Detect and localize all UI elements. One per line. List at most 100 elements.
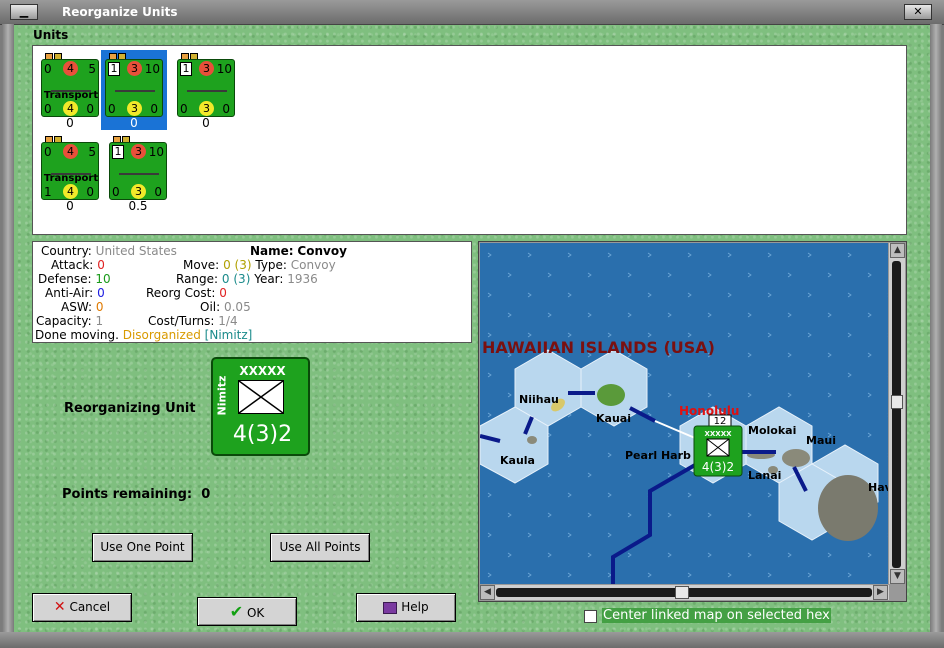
unit-counter[interactable]: 1 3 10 0 3 0 — [109, 142, 167, 200]
unit-counter[interactable]: 0 4 5 Transport 1 4 0 — [41, 142, 99, 200]
map-graphic: HAWAIIAN ISLANDS (USA) Niihau Kauai Kaul… — [480, 243, 888, 584]
use-one-point-button[interactable]: Use One Point — [92, 533, 193, 562]
move-paren: (3) — [234, 258, 252, 272]
left-frame — [2, 24, 14, 636]
map-label-hawaii: Hav — [868, 481, 888, 494]
type-value: Convoy — [290, 258, 336, 272]
map-horizontal-scrollbar[interactable]: ◀ ▶ — [480, 585, 889, 600]
counter-bottom-left: 1 — [44, 185, 52, 199]
help-label: Help — [401, 600, 429, 614]
counter-name: Transport — [43, 173, 99, 184]
scroll-up-icon[interactable]: ▲ — [890, 243, 905, 258]
unit-counter-slot[interactable]: 1 3 10 0 3 0 0 — [101, 50, 167, 130]
status-org: Disorganized — [122, 328, 201, 342]
reorg-value: 0 — [219, 286, 227, 300]
points-remaining-value: 0 — [201, 487, 211, 502]
cancel-label: Cancel — [69, 600, 111, 614]
counter-move: 10 — [216, 62, 232, 76]
unit-counter[interactable]: 1 3 10 0 3 0 — [177, 59, 235, 117]
book-icon — [383, 601, 398, 614]
name-label: Name: — [250, 244, 294, 258]
counter-attack: 3 — [131, 144, 146, 159]
ship-icon — [115, 83, 155, 92]
map-vertical-scrollbar[interactable]: ▲ ▼ — [889, 243, 905, 584]
close-button[interactable]: ✕ — [904, 4, 932, 20]
right-frame — [930, 24, 942, 636]
bottom-frame — [0, 632, 944, 648]
capacity-label: Capacity: — [36, 314, 92, 328]
center-linked-map-checkbox[interactable] — [584, 610, 597, 623]
name-value: Convoy — [297, 244, 347, 258]
counter-defense: 4 — [63, 184, 78, 199]
unit-info-panel: Country: United States Attack: 0 Defense… — [32, 241, 472, 343]
country-label: Country: — [41, 244, 92, 258]
cancel-button[interactable]: ✕ Cancel — [32, 593, 132, 622]
map-label-lanai: Lanai — [748, 469, 781, 482]
ship-icon — [119, 166, 159, 175]
system-menu-button[interactable]: ▁ — [10, 4, 38, 20]
reorg-label: Reorg Cost: — [146, 286, 216, 300]
counter-attack: 3 — [199, 61, 214, 76]
scroll-right-icon[interactable]: ▶ — [873, 585, 888, 600]
counter-stats: 4(3)2 — [232, 422, 293, 447]
counter-value: 0.5 — [128, 199, 148, 213]
counter-move: 10 — [144, 62, 160, 76]
counter-value: 0 — [66, 116, 74, 130]
vertical-scroll-thumb[interactable] — [891, 395, 903, 409]
counter-value: 0 — [202, 116, 210, 130]
map-unit-stats: 4(3)2 — [702, 460, 734, 474]
scroll-down-icon[interactable]: ▼ — [890, 569, 905, 584]
unit-counter[interactable]: 0 4 5 Transport 0 4 0 — [41, 59, 99, 117]
country-value: United States — [95, 244, 177, 258]
counter-bottom-left: 0 — [180, 102, 188, 116]
unit-status-icons — [181, 50, 201, 61]
cost-value: 1/4 — [218, 314, 238, 328]
defense-label: Defense: — [38, 272, 92, 286]
map-label-kaula: Kaula — [500, 454, 535, 467]
ok-label: OK — [246, 606, 265, 620]
unit-counter-slot[interactable]: 1 3 10 0 3 0 0.5 — [105, 133, 171, 213]
linked-map[interactable]: HAWAIIAN ISLANDS (USA) Niihau Kauai Kaul… — [480, 243, 888, 584]
map-label-maui: Maui — [806, 434, 836, 447]
vertical-scroll-track[interactable] — [892, 261, 901, 568]
counter-top-left: 0 — [44, 62, 52, 76]
oil-value: 0.05 — [223, 300, 251, 314]
counter-bottom-right: 0 — [86, 185, 94, 199]
counter-attack: 4 — [63, 144, 78, 159]
antiair-label: Anti-Air: — [45, 286, 94, 300]
horizontal-scroll-thumb[interactable] — [675, 586, 689, 599]
unit-counter-slot[interactable]: 0 4 5 Transport 0 4 0 0 — [37, 50, 103, 130]
scroll-left-icon[interactable]: ◀ — [480, 585, 495, 600]
cancel-icon: ✕ — [53, 599, 66, 615]
units-panel: 0 4 5 Transport 0 4 0 0 1 3 10 0 3 0 0 1 3 10 0 3 0 0 0 4 5 Trans… — [32, 45, 907, 235]
capacity-value: 1 — [95, 314, 104, 328]
counter-defense: 4 — [63, 101, 78, 116]
reorganizing-unit-counter: XXXXX Nimitz 4(3)2 — [211, 357, 310, 456]
infantry-symbol-icon — [238, 380, 284, 414]
help-button[interactable]: Help — [356, 593, 456, 622]
counter-bottom-right: 0 — [154, 185, 162, 199]
ok-button[interactable]: ✔ OK — [197, 597, 297, 626]
map-label-niihau: Niihau — [519, 393, 559, 406]
counter-bottom-left: 0 — [44, 102, 52, 116]
counter-defense: 3 — [131, 184, 146, 199]
unit-counter-slot[interactable]: 1 3 10 0 3 0 0 — [173, 50, 239, 130]
unit-counter[interactable]: 1 3 10 0 3 0 — [105, 59, 163, 117]
map-label-pearl-harbor: Pearl Harb — [625, 449, 691, 462]
cost-label: Cost/Turns: — [148, 314, 215, 328]
year-label: Year: — [254, 272, 284, 286]
counter-bottom-right: 0 — [222, 102, 230, 116]
counter-bottom-right: 0 — [150, 102, 158, 116]
units-label: Units — [33, 28, 69, 42]
use-all-points-button[interactable]: Use All Points — [270, 533, 370, 562]
antiair-value: 0 — [97, 286, 105, 300]
asw-label: ASW: — [61, 300, 93, 314]
unit-counter-slot[interactable]: 0 4 5 Transport 1 4 0 0 — [37, 133, 103, 213]
defense-value: 10 — [95, 272, 111, 286]
counter-bottom-left: 0 — [112, 185, 120, 199]
title-bar[interactable]: ▁ Reorganize Units ✕ — [0, 0, 944, 25]
map-stack-count: 12 — [714, 416, 727, 427]
range-label: Range: — [176, 272, 219, 286]
window-title: Reorganize Units — [62, 5, 178, 19]
ship-icon — [187, 83, 227, 92]
